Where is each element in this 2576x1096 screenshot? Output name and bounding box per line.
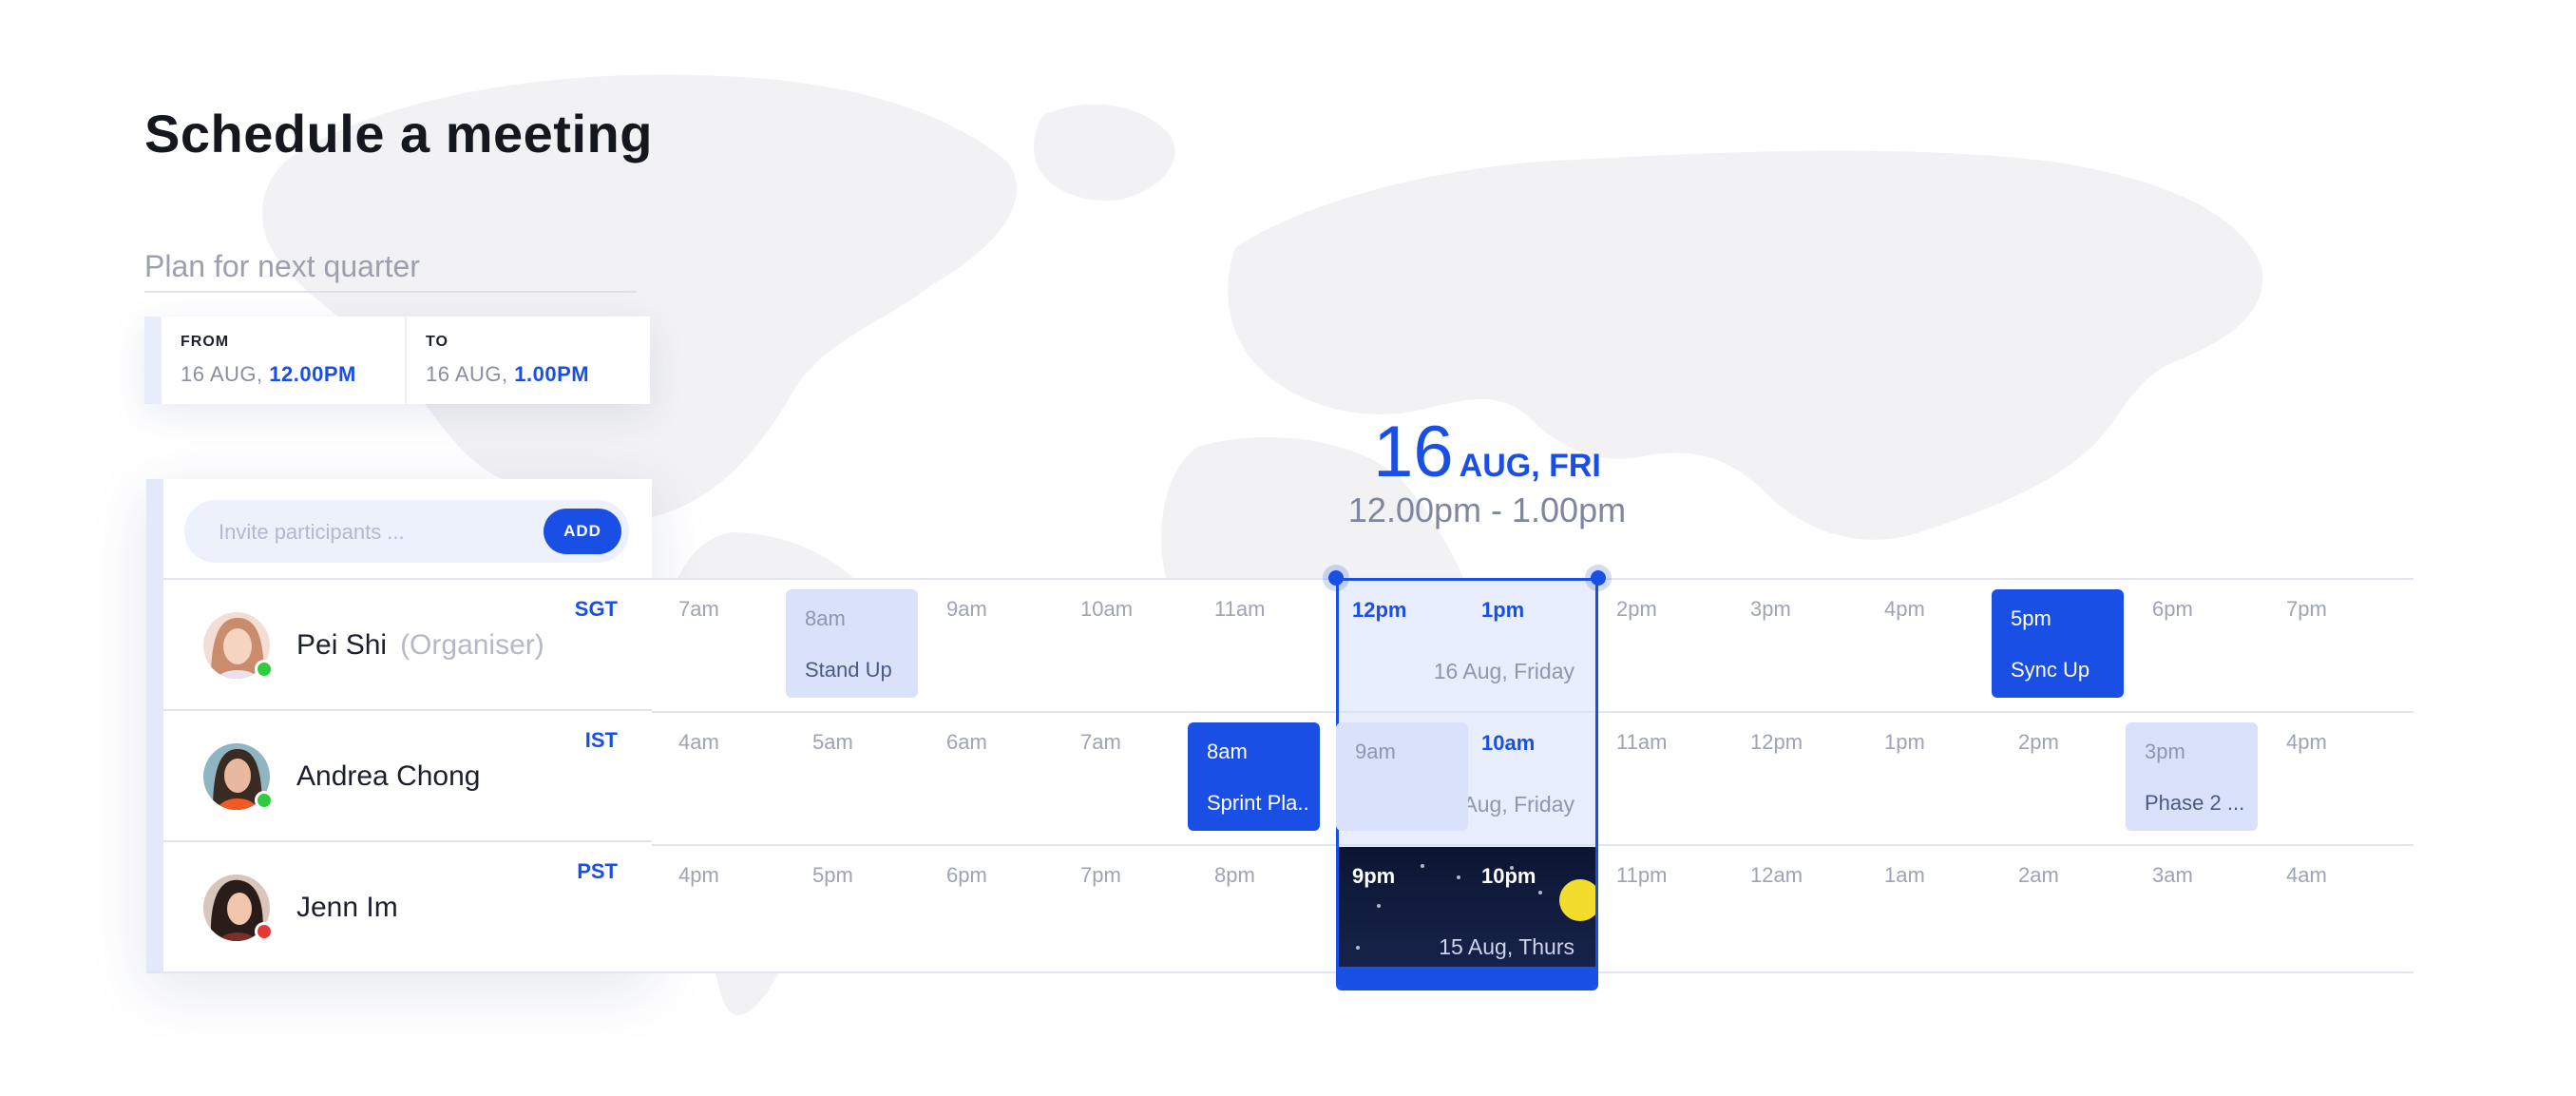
- online-status-dot: [255, 660, 274, 679]
- slot-hour: 10am: [1481, 731, 1536, 755]
- hour-label[interactable]: 4am: [2286, 863, 2327, 888]
- participant-row[interactable]: Pei Shi (Organiser) SGT: [163, 578, 652, 711]
- participant-row[interactable]: Andrea Chong IST: [163, 709, 652, 842]
- hour-label[interactable]: 3pm: [1750, 597, 1791, 622]
- participant-name-text: Pei Shi: [296, 629, 388, 661]
- hour-label[interactable]: 9am: [946, 597, 987, 622]
- hour-label[interactable]: 4pm: [678, 863, 719, 888]
- busy-status-dot: [255, 922, 274, 941]
- star-icon: [1457, 875, 1460, 879]
- slot-date: 15 Aug, Thurs: [1439, 934, 1574, 959]
- hour-label[interactable]: 7pm: [1080, 863, 1121, 888]
- star-icon: [1421, 864, 1424, 868]
- event-name: Sprint Pla..: [1207, 791, 1309, 815]
- participant-name: Pei Shi (Organiser): [296, 629, 544, 662]
- event-time: 8am: [805, 606, 846, 630]
- selection-footer-bar: [1339, 967, 1595, 988]
- selection-end-handle[interactable]: [1591, 570, 1606, 586]
- participants-panel: ADD Pei Shi (Organiser) SGT Andrea Chong: [146, 479, 652, 973]
- selected-day-number: 16: [1373, 412, 1454, 492]
- selected-time-range: 12.00pm - 1.00pm: [1347, 490, 1627, 529]
- slot-hour: 12pm: [1352, 598, 1407, 622]
- slot-date: 16 Aug, Friday: [1433, 659, 1574, 683]
- hour-label[interactable]: 11am: [1214, 597, 1265, 622]
- timezone-label: IST: [584, 728, 618, 752]
- to-field[interactable]: TO 16 AUG, 1.00PM: [405, 317, 650, 404]
- hour-label[interactable]: 7am: [678, 597, 719, 622]
- invite-input[interactable]: [217, 515, 506, 549]
- from-field[interactable]: FROM 16 AUG, 12.00PM: [162, 317, 405, 404]
- event-name: Stand Up: [805, 658, 892, 682]
- date-range-card: FROM 16 AUG, 12.00PM TO 16 AUG, 1.00PM: [144, 317, 650, 404]
- page-title: Schedule a meeting: [144, 104, 653, 163]
- calendar-event[interactable]: 8am Sprint Pla..: [1188, 722, 1320, 831]
- selection-start-handle[interactable]: [1328, 570, 1344, 586]
- event-name: Phase 2 ...: [2145, 791, 2245, 815]
- hour-label[interactable]: 2pm: [1616, 597, 1657, 622]
- hour-label[interactable]: 1am: [1884, 863, 1925, 888]
- calendar-event[interactable]: 9am: [1336, 722, 1468, 831]
- timezone-label: SGT: [574, 597, 618, 621]
- calendar-event[interactable]: 8am Stand Up: [786, 589, 918, 698]
- hour-label[interactable]: 6pm: [946, 863, 987, 888]
- hour-label[interactable]: 8pm: [1214, 863, 1255, 888]
- night-slot-row: 9pm 10pm 15 Aug, Thurs: [1339, 847, 1595, 980]
- participant-name: Andrea Chong: [296, 760, 481, 792]
- to-value: 16 AUG, 1.00PM: [426, 362, 631, 387]
- to-time: 1.00PM: [514, 362, 590, 386]
- hour-label[interactable]: 4pm: [2286, 730, 2327, 755]
- hour-label[interactable]: 6pm: [2152, 597, 2193, 622]
- hour-label[interactable]: 5pm: [812, 863, 853, 888]
- hour-label[interactable]: 11am: [1616, 730, 1667, 755]
- panel-accent-bar: [146, 479, 163, 973]
- meeting-title-input[interactable]: [144, 241, 637, 293]
- online-status-dot: [255, 791, 274, 810]
- timeline-bottom-border: [146, 971, 2414, 973]
- organiser-tag: (Organiser): [400, 629, 544, 661]
- from-value: 16 AUG, 12.00PM: [181, 362, 386, 387]
- hour-label[interactable]: 12am: [1750, 863, 1803, 888]
- to-label: TO: [426, 334, 448, 350]
- slot-hour: 9pm: [1352, 864, 1396, 888]
- hour-label[interactable]: 2pm: [2018, 730, 2059, 755]
- invite-field: ADD: [184, 500, 629, 563]
- moon-icon: [1559, 879, 1595, 921]
- participant-name: Jenn Im: [296, 892, 398, 923]
- selected-date: 16 AUG, FRI: [1345, 416, 1630, 489]
- hour-label[interactable]: 12pm: [1750, 730, 1803, 755]
- hour-label[interactable]: 6am: [946, 730, 987, 755]
- hour-label[interactable]: 7pm: [2286, 597, 2327, 622]
- from-label: FROM: [181, 334, 230, 350]
- hour-label[interactable]: 10am: [1080, 597, 1133, 622]
- hour-label[interactable]: 11pm: [1616, 863, 1667, 888]
- selected-month-day: AUG, FRI: [1459, 448, 1601, 484]
- add-participant-button[interactable]: ADD: [544, 509, 621, 554]
- from-time: 12.00PM: [269, 362, 356, 386]
- calendar-event[interactable]: 3pm Phase 2 ...: [2126, 722, 2258, 831]
- participant-row[interactable]: Jenn Im PST: [163, 840, 652, 973]
- hour-label[interactable]: 2am: [2018, 863, 2059, 888]
- hour-label[interactable]: 1pm: [1884, 730, 1925, 755]
- slot-hour: 10pm: [1481, 864, 1536, 888]
- event-time: 5pm: [2011, 606, 2051, 630]
- timezone-label: PST: [577, 859, 618, 883]
- card-accent-bar: [144, 317, 162, 404]
- star-icon: [1377, 904, 1381, 908]
- event-name: Sync Up: [2011, 658, 2090, 682]
- hour-label[interactable]: 4pm: [1884, 597, 1925, 622]
- slot-hour: 1pm: [1481, 598, 1525, 622]
- star-icon: [1356, 946, 1360, 950]
- hour-label[interactable]: 5am: [812, 730, 853, 755]
- selected-slot-row: 12pm 1pm 16 Aug, Friday: [1339, 581, 1595, 714]
- star-icon: [1538, 891, 1542, 894]
- event-time: 3pm: [2145, 740, 2185, 763]
- from-date: 16 AUG,: [181, 362, 270, 386]
- hour-label[interactable]: 7am: [1080, 730, 1121, 755]
- event-time: 8am: [1207, 740, 1248, 763]
- to-date: 16 AUG,: [426, 362, 515, 386]
- hour-label[interactable]: 4am: [678, 730, 719, 755]
- event-time: 9am: [1355, 740, 1396, 763]
- calendar-event[interactable]: 5pm Sync Up: [1992, 589, 2124, 698]
- hour-label[interactable]: 3am: [2152, 863, 2193, 888]
